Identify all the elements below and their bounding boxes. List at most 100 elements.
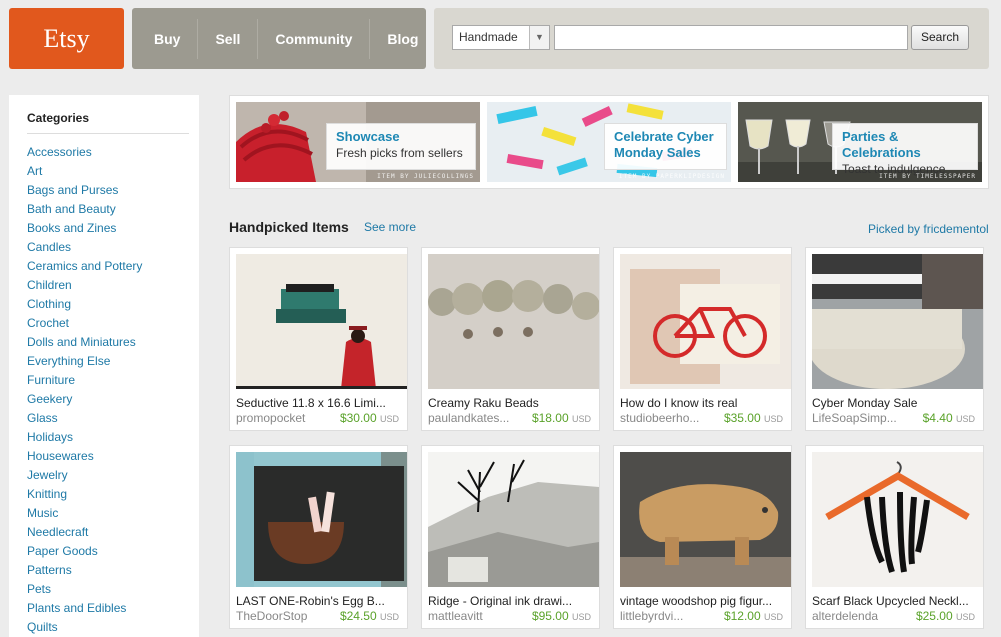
listing-shop[interactable]: mattleavitt <box>428 609 483 623</box>
listing-shop[interactable]: promopocket <box>236 411 305 425</box>
price-currency: USD <box>763 414 783 424</box>
search-input[interactable] <box>554 25 908 50</box>
category-sidebar: Categories Accessories Art Bags and Purs… <box>9 95 199 637</box>
category-link[interactable]: Dolls and Miniatures <box>27 333 142 352</box>
listing-card[interactable]: LAST ONE-Robin's Egg B... TheDoorStop $2… <box>229 445 408 629</box>
listing-price: $30.00 USD <box>340 411 399 425</box>
category-link[interactable]: Knitting <box>27 485 142 504</box>
promo-cyber-monday[interactable]: Celebrate Cyber Monday Sales ITEM BY PAP… <box>487 102 731 182</box>
category-link[interactable]: Candles <box>27 238 142 257</box>
listing-title[interactable]: Creamy Raku Beads <box>428 396 596 410</box>
listing-card[interactable]: Ridge - Original ink drawi... mattleavit… <box>421 445 600 629</box>
listing-image <box>236 452 407 587</box>
nav-sell[interactable]: Sell <box>198 18 259 59</box>
listing-title[interactable]: Seductive 11.8 x 16.6 Limi... <box>236 396 404 410</box>
category-link[interactable]: Holidays <box>27 428 142 447</box>
price-currency: USD <box>763 612 783 622</box>
nav-blog[interactable]: Blog <box>370 19 435 59</box>
category-link[interactable]: Clothing <box>27 295 142 314</box>
picked-by-link[interactable]: Picked by fricdementol <box>868 222 989 236</box>
promo-caption: Celebrate Cyber Monday Sales <box>604 123 727 170</box>
listing-image <box>236 254 407 389</box>
category-link[interactable]: Glass <box>27 409 142 428</box>
listing-card[interactable]: vintage woodshop pig figur... littlebyrd… <box>613 445 792 629</box>
promo-credit: ITEM BY TIMELESSPAPER <box>879 173 976 180</box>
listing-image <box>428 254 599 389</box>
listing-shop[interactable]: TheDoorStop <box>236 609 307 623</box>
category-link[interactable]: Housewares <box>27 447 142 466</box>
listing-image <box>812 254 983 389</box>
promo-parties[interactable]: Parties & Celebrations Toast to indulgen… <box>738 102 982 182</box>
listing-shop[interactable]: alterdelenda <box>812 609 878 623</box>
listing-card[interactable]: Seductive 11.8 x 16.6 Limi... promopocke… <box>229 247 408 431</box>
etsy-logo[interactable]: Etsy <box>9 8 124 69</box>
category-link[interactable]: Crochet <box>27 314 142 333</box>
category-link[interactable]: Quilts <box>27 618 142 637</box>
listing-price: $4.40 USD <box>923 411 975 425</box>
category-link[interactable]: Plants and Edibles <box>27 599 142 618</box>
top-nav: Buy Sell Community Blog <box>132 8 426 69</box>
promo-caption: Parties & Celebrations Toast to indulgen… <box>832 123 978 176</box>
category-link[interactable]: Jewelry <box>27 466 142 485</box>
listing-title[interactable]: How do I know its real <box>620 396 788 410</box>
listing-image <box>620 254 791 389</box>
nav-buy[interactable]: Buy <box>132 18 199 59</box>
category-link[interactable]: Furniture <box>27 371 142 390</box>
listing-title[interactable]: Ridge - Original ink drawi... <box>428 594 596 608</box>
promo-credit: ITEM BY PAPERKLIPDESIGN <box>618 173 725 180</box>
listing-title[interactable]: Cyber Monday Sale <box>812 396 980 410</box>
category-link[interactable]: Everything Else <box>27 352 142 371</box>
category-link[interactable]: Accessories <box>27 143 142 162</box>
search-category-select[interactable]: Handmade ▼ <box>452 25 550 50</box>
chevron-down-icon[interactable]: ▼ <box>529 26 549 49</box>
price-value: $4.40 <box>922 411 953 425</box>
category-link[interactable]: Ceramics and Pottery <box>27 257 142 276</box>
promo-showcase[interactable]: Showcase Fresh picks from sellers ITEM B… <box>236 102 480 182</box>
price-value: $25.00 <box>915 609 953 623</box>
category-link[interactable]: Needlecraft <box>27 523 142 542</box>
listing-shop[interactable]: paulandkates... <box>428 411 509 425</box>
category-link[interactable]: Books and Zines <box>27 219 142 238</box>
listing-price: $35.00 USD <box>724 411 783 425</box>
nav-community[interactable]: Community <box>258 18 371 59</box>
promo-caption: Showcase Fresh picks from sellers <box>326 123 476 170</box>
price-currency: USD <box>379 612 399 622</box>
price-value: $95.00 <box>531 609 569 623</box>
listing-title[interactable]: Scarf Black Upcycled Neckl... <box>812 594 980 608</box>
category-link[interactable]: Patterns <box>27 561 142 580</box>
category-link[interactable]: Pets <box>27 580 142 599</box>
listing-title[interactable]: vintage woodshop pig figur... <box>620 594 788 608</box>
listing-price: $25.00 USD <box>916 609 975 623</box>
listing-shop[interactable]: LifeSoapSimp... <box>812 411 897 425</box>
listing-card[interactable]: Creamy Raku Beads paulandkates... $18.00… <box>421 247 600 431</box>
category-link[interactable]: Bags and Purses <box>27 181 142 200</box>
listing-shop[interactable]: littlebyrdvi... <box>620 609 683 623</box>
price-value: $30.00 <box>339 411 377 425</box>
price-currency: USD <box>571 414 591 424</box>
listing-card[interactable]: Cyber Monday Sale LifeSoapSimp... $4.40 … <box>805 247 984 431</box>
promo-subtitle: Fresh picks from sellers <box>336 146 463 160</box>
category-link[interactable]: Art <box>27 162 142 181</box>
category-link[interactable]: Geekery <box>27 390 142 409</box>
category-link[interactable]: Music <box>27 504 142 523</box>
listing-card[interactable]: Scarf Black Upcycled Neckl... alterdelen… <box>805 445 984 629</box>
category-list: Accessories Art Bags and Purses Bath and… <box>27 143 142 637</box>
category-link[interactable]: Bath and Beauty <box>27 200 142 219</box>
category-link[interactable]: Children <box>27 276 142 295</box>
listing-image <box>812 452 983 587</box>
promo-title: Showcase <box>336 129 400 144</box>
listing-image <box>428 452 599 587</box>
category-link[interactable]: Paper Goods <box>27 542 142 561</box>
price-value: $24.50 <box>339 609 377 623</box>
listing-price: $12.00 USD <box>724 609 783 623</box>
search-category-value: Handmade <box>459 30 518 44</box>
listing-title[interactable]: LAST ONE-Robin's Egg B... <box>236 594 404 608</box>
price-currency: USD <box>955 612 975 622</box>
listing-card[interactable]: How do I know its real studiobeerho... $… <box>613 247 792 431</box>
search-button[interactable]: Search <box>911 25 969 50</box>
listing-shop[interactable]: studiobeerho... <box>620 411 699 425</box>
promo-title: Parties & Celebrations <box>842 129 921 160</box>
see-more-link[interactable]: See more <box>364 220 416 234</box>
promo-banner: Showcase Fresh picks from sellers ITEM B… <box>229 95 989 189</box>
promo-title: Celebrate Cyber Monday Sales <box>614 129 714 160</box>
